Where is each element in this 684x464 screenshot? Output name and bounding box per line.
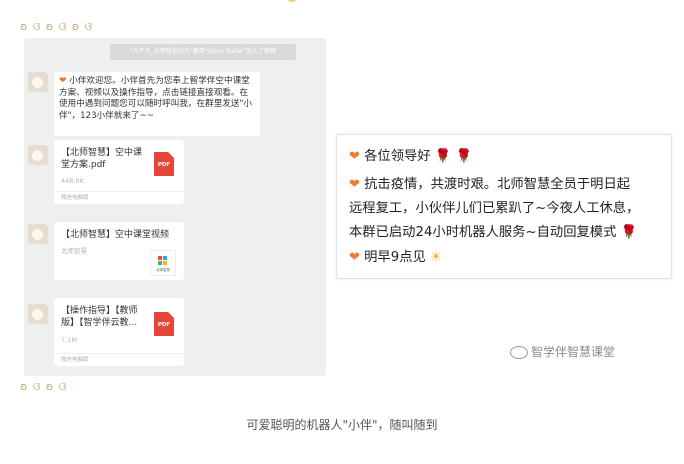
file-title: 【操作指导】【教师版】【智学伴云教... xyxy=(61,306,138,328)
file-source: 微信电脑版 xyxy=(54,353,184,366)
heart-icon: ❤ xyxy=(349,149,360,164)
watermark: 智学伴智慧课堂 xyxy=(510,343,615,360)
pdf-icon: PDF xyxy=(154,152,174,176)
decor-bottom: ʚ ଓ ʚ ଓ xyxy=(20,380,68,393)
welcome-text: 小伴欢迎您。小伴首先为您奉上智学伴空中课堂方案、视频以及操作指导，点击链接直接观… xyxy=(59,76,253,121)
heart-icon: ❤ xyxy=(59,76,67,86)
avatar[interactable] xyxy=(28,304,48,324)
file-card-pdf[interactable]: 【北师智慧】空中课堂方案.pdf 448.0K PDF 微信电脑版 xyxy=(54,140,184,204)
pdf-icon: PDF xyxy=(154,312,174,336)
file-card-pdf[interactable]: 【操作指导】【教师版】【智学伴云教... 7.1M PDF 微信电脑版 xyxy=(54,298,184,366)
system-notice: "凡不凡_北师智慧刘凡"邀请"Silver Bullet"加入了群聊 xyxy=(110,44,296,60)
video-thumbnail-label: 北师智慧 xyxy=(156,268,170,272)
decor-sun-icon xyxy=(286,0,298,2)
image-caption: 可爱聪明的机器人"小伴"，随叫随到 xyxy=(246,418,438,432)
file-size: 7.1M xyxy=(61,336,77,344)
heart-icon: ❤ xyxy=(349,250,360,265)
heart-icon: ❤ xyxy=(349,177,360,192)
video-thumbnail-icon: 北师智慧 xyxy=(150,250,176,276)
announcement-card: ❤ 各位领导好 🌹 🌹 ❤ 抗击疫情，共渡时艰。北师智慧全员于明日起 远程复工，… xyxy=(336,134,672,279)
rose-icon: 🌹 xyxy=(620,225,638,240)
wechat-icon xyxy=(510,346,528,359)
avatar[interactable] xyxy=(28,72,48,92)
announcement-line-1: 各位领导好 xyxy=(364,149,431,164)
sun-icon: ☀ xyxy=(430,250,442,265)
rose-icon: 🌹 xyxy=(434,149,452,164)
avatar[interactable] xyxy=(28,145,48,165)
file-source: 微信电脑版 xyxy=(54,191,184,204)
announcement-line-2: 抗击疫情，共渡时艰。北师智慧全员于明日起 xyxy=(364,177,631,192)
video-link-card[interactable]: 【北师智慧】空中课堂视频 北师智慧 北师智慧 xyxy=(54,222,184,280)
video-title: 【北师智慧】空中课堂视频 xyxy=(61,230,170,240)
announcement-line-5: 明早9点见 xyxy=(364,250,426,265)
watermark-text: 智学伴智慧课堂 xyxy=(531,345,616,359)
file-title: 【北师智慧】空中课堂方案.pdf xyxy=(61,148,143,170)
rose-icon: 🌹 xyxy=(455,149,473,164)
file-size: 448.0K xyxy=(61,177,84,185)
welcome-message: ❤ 小伴欢迎您。小伴首先为您奉上智学伴空中课堂方案、视频以及操作指导，点击链接直… xyxy=(54,72,260,136)
announcement-line-3: 远程复工，小伙伴儿们已累趴了~今夜人工休息， xyxy=(349,201,640,216)
announcement-line-4: 本群已启动24小时机器人服务~自动回复模式 xyxy=(349,225,617,240)
decor-top: ʚ ଓ ʚ ଓ ʚ ଓ xyxy=(20,20,94,33)
avatar[interactable] xyxy=(28,224,48,244)
video-source: 北师智慧 xyxy=(61,247,87,255)
